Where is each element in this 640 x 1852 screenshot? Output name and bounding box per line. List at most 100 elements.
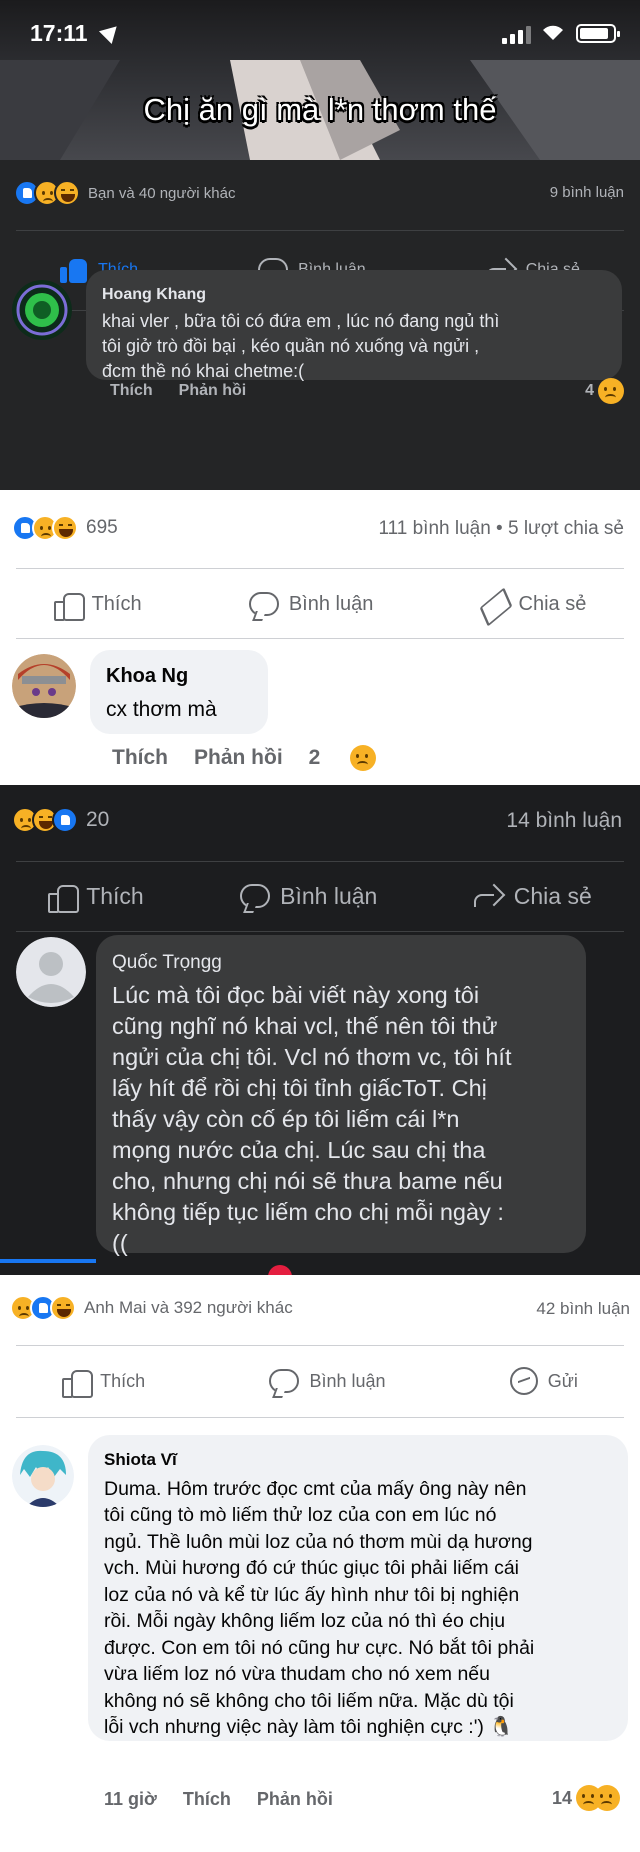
comment-time[interactable]: 11 giờ	[104, 1789, 157, 1810]
status-time: 17:11	[30, 20, 88, 46]
comment-text: Lúc mà tôi đọc bài viết này xong tôi cũn…	[112, 982, 512, 1256]
action-bar: Thích Bình luận Chia sẻ	[0, 871, 640, 921]
reaction-text: Bạn và 40 người khác	[88, 184, 236, 202]
send-plane-icon	[481, 591, 509, 617]
commenter-name[interactable]: Shiota Vĩ	[104, 1447, 612, 1474]
comment-text: Duma. Hôm trước đọc cmt của mấy ông này …	[104, 1477, 535, 1739]
action-bar: Thích Bình luận Chia sẻ	[0, 582, 640, 626]
like-reaction-icon	[52, 807, 78, 833]
thumbs-up-icon	[48, 883, 80, 913]
comment-button[interactable]: Bình luận	[240, 883, 377, 910]
comment-label: Bình luận	[280, 882, 378, 909]
commenter-name[interactable]: Khoa Ng	[106, 662, 252, 690]
reaction-summary[interactable]: 695	[12, 515, 118, 541]
comment-reply-link[interactable]: Phản hồi	[257, 1789, 333, 1810]
haha-reaction-icon	[50, 1295, 76, 1321]
post-stats[interactable]: 111 bình luận • 5 lượt chia sẻ	[378, 518, 624, 540]
post-image-header: 17:11 Chị ăn gì mà l*n thơm thế	[0, 0, 640, 160]
comment-reaction-number: 2	[308, 746, 321, 769]
post-2: 695 111 bình luận • 5 lượt chia sẻ Thích…	[0, 490, 640, 785]
comment-reaction-count[interactable]: 4	[585, 378, 624, 404]
reaction-summary[interactable]: Bạn và 40 người khác	[14, 180, 235, 206]
like-label: Thích	[86, 882, 144, 909]
like-button[interactable]: Thích	[48, 882, 144, 913]
messenger-icon	[509, 1367, 538, 1395]
reaction-count: 695	[86, 517, 118, 538]
share-label: Chia sẻ	[518, 592, 587, 615]
comment-bubble: Shiota Vĩ Duma. Hôm trước đọc cmt của mấ…	[88, 1435, 628, 1741]
post-1: Bạn và 40 người khác 9 bình luận Thích B…	[0, 160, 640, 490]
divider	[16, 230, 624, 231]
divider	[16, 638, 624, 639]
post-4: Anh Mai và 392 người khác 42 bình luận T…	[0, 1275, 640, 1852]
action-bar: Thích Bình luận Gửi	[0, 1359, 640, 1403]
comment-reply-link[interactable]: Phản hồi	[179, 382, 247, 400]
comment-count[interactable]: 14 bình luận	[506, 809, 622, 833]
comment-button[interactable]: Bình luận	[248, 592, 374, 616]
battery-icon	[576, 24, 620, 43]
comment-text: cx thơm mà	[106, 698, 217, 721]
haha-reaction-icon	[54, 180, 80, 206]
divider	[16, 861, 624, 862]
like-label: Thích	[91, 592, 142, 615]
reaction-text: Anh Mai và 392 người khác	[84, 1298, 293, 1317]
share-button[interactable]: Chia sẻ	[481, 591, 587, 617]
comment-bubble-icon	[240, 884, 271, 908]
like-button[interactable]: Thích	[53, 591, 142, 621]
comment-reaction-count[interactable]: 14	[552, 1785, 620, 1811]
comment-like-link[interactable]: Thích	[183, 1789, 231, 1810]
comment-bubble-icon	[248, 592, 279, 616]
comment-bubble-icon	[269, 1369, 300, 1393]
reaction-count: 20	[86, 808, 110, 831]
comment-like-link[interactable]: Thích	[112, 746, 168, 770]
avatar-khoa-ng[interactable]	[12, 654, 76, 718]
avatar-hoang-khang[interactable]	[12, 280, 72, 340]
divider	[16, 1345, 624, 1346]
location-arrow-icon	[98, 19, 124, 45]
progress-indicator	[0, 1259, 96, 1263]
comment-reaction-number: 4	[585, 382, 594, 399]
notification-dot	[268, 1265, 292, 1275]
wifi-icon	[543, 25, 563, 40]
comment-bubble: Hoang Khang khai vler , bữa tôi có đứa e…	[86, 270, 622, 381]
share-arrow-icon	[473, 885, 504, 907]
comment-count[interactable]: 9 bình luận	[550, 184, 624, 201]
post-3: 20 14 bình luận Thích Bình luận Chia sẻ …	[0, 785, 640, 1275]
comment-label: Bình luận	[309, 1370, 386, 1391]
haha-reaction-icon	[52, 515, 78, 541]
comment-label: Bình luận	[288, 592, 374, 615]
like-button[interactable]: Thích	[62, 1368, 145, 1398]
comment-bubble: Khoa Ng cx thơm mà	[90, 650, 268, 734]
avatar-shiota-vi[interactable]	[12, 1445, 74, 1507]
comment-meta: Thích Phản hồi	[110, 382, 272, 400]
image-caption: Chị ăn gì mà l*n thơm thế	[143, 92, 497, 127]
divider	[16, 931, 624, 932]
thumbs-up-icon	[62, 1368, 94, 1398]
reaction-summary[interactable]: Anh Mai và 392 người khác	[10, 1295, 293, 1321]
commenter-name[interactable]: Hoang Khang	[102, 282, 606, 307]
reaction-summary[interactable]: 20	[12, 807, 109, 833]
comment-text: khai vler , bữa tôi có đứa em , lúc nó đ…	[102, 311, 500, 381]
comment-bubble: Quốc Trọngg Lúc mà tôi đọc bài viết này …	[96, 935, 586, 1256]
commenter-name[interactable]: Quốc Trọngg	[112, 947, 570, 978]
thumbs-up-icon	[60, 257, 88, 283]
comment-reaction-count[interactable]: 2	[309, 745, 403, 771]
comment-meta: Thích Phản hồi 2	[112, 745, 428, 771]
comment-meta: 11 giờ Thích Phản hồi	[104, 1789, 359, 1810]
comment-like-link[interactable]: Thích	[110, 382, 153, 400]
sad-reaction-icon	[594, 1785, 620, 1811]
sad-reaction-icon	[350, 745, 377, 771]
send-button[interactable]: Gửi	[509, 1367, 578, 1395]
divider	[16, 568, 624, 569]
send-label: Gửi	[547, 1370, 578, 1391]
comment-reaction-number: 14	[551, 1787, 572, 1808]
share-button[interactable]: Chia sẻ	[473, 882, 592, 910]
sad-reaction-icon	[598, 378, 624, 404]
comment-count[interactable]: 42 bình luận	[536, 1299, 630, 1319]
thumbs-up-icon	[53, 591, 85, 621]
share-label: Chia sẻ	[513, 882, 592, 909]
comment-reply-link[interactable]: Phản hồi	[194, 746, 283, 770]
avatar-default[interactable]	[16, 937, 86, 1007]
divider	[16, 1417, 624, 1418]
comment-button[interactable]: Bình luận	[269, 1369, 386, 1393]
